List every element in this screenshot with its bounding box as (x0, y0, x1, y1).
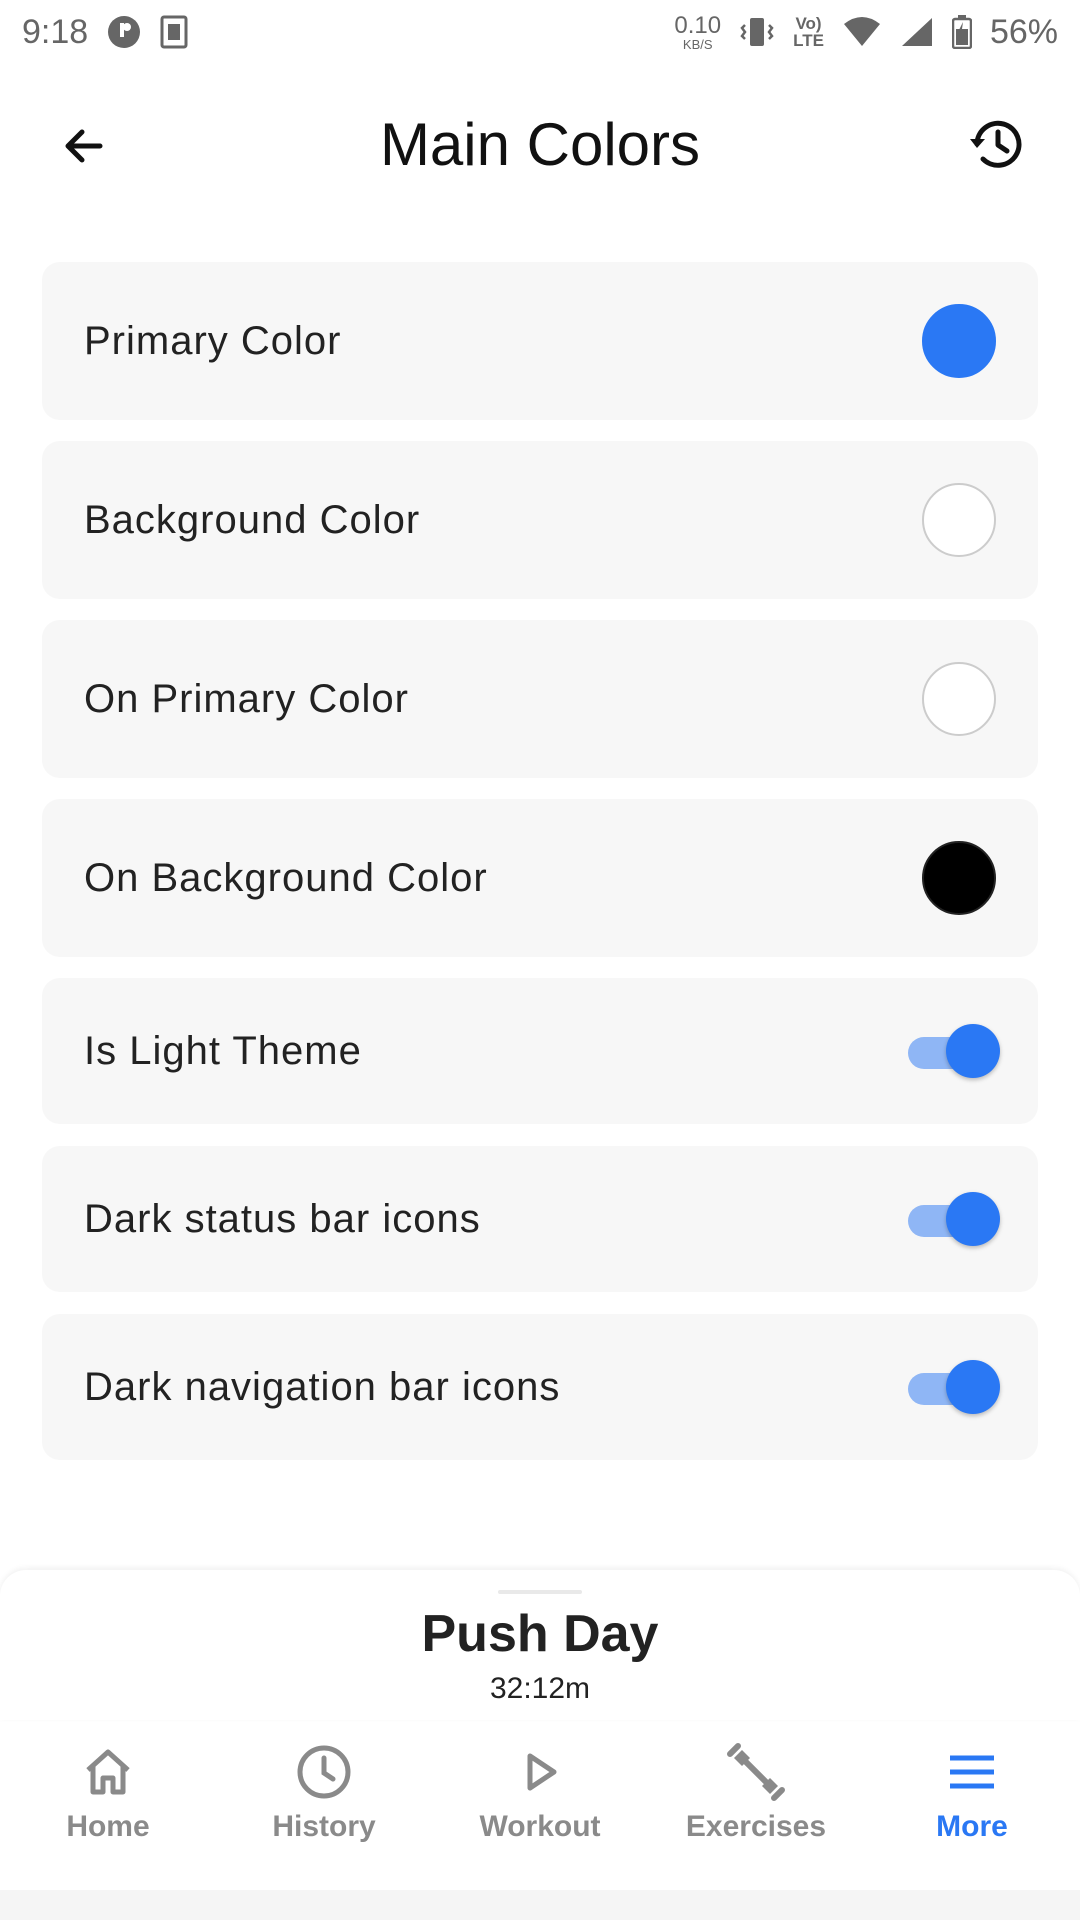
nav-item-history[interactable]: History (216, 1740, 432, 1844)
setting-label: On Background Color (84, 855, 488, 900)
system-nav-area (0, 1890, 1080, 1920)
arrow-left-icon (65, 129, 103, 163)
nav-item-workout[interactable]: Workout (432, 1740, 648, 1844)
color-swatch-primary[interactable] (922, 304, 996, 378)
drag-handle[interactable] (498, 1590, 582, 1594)
bottom-nav: Home History Workout Exercises More (0, 1740, 1080, 1870)
nav-item-more[interactable]: More (864, 1740, 1080, 1844)
light-theme-row[interactable]: Is Light Theme (42, 978, 1038, 1124)
nav-label: Exercises (685, 1810, 827, 1843)
battery-icon (951, 15, 972, 49)
vibrate-icon (739, 15, 775, 49)
clock-icon (292, 1740, 356, 1804)
dumbbell-icon (724, 1740, 788, 1804)
settings-list: Primary Color Background Color On Primar… (42, 262, 1038, 1482)
wifi-icon (842, 16, 882, 48)
app-bar: Main Colors (0, 96, 1080, 192)
dark-navigation-bar-icons-row[interactable]: Dark navigation bar icons (42, 1314, 1038, 1460)
back-button[interactable] (52, 114, 116, 178)
home-icon (76, 1740, 140, 1804)
battery-percent: 56% (989, 12, 1058, 51)
status-time: 9:18 (22, 12, 89, 51)
nav-label: History (272, 1810, 376, 1843)
background-color-row[interactable]: Background Color (42, 441, 1038, 599)
nav-label: Workout (479, 1810, 601, 1843)
color-swatch-background[interactable] (922, 483, 996, 557)
dark-navigation-bar-icons-toggle[interactable] (908, 1360, 1000, 1414)
menu-icon (940, 1740, 1004, 1804)
active-workout-panel[interactable]: Push Day 32:12m (0, 1570, 1080, 1720)
nav-item-home[interactable]: Home (0, 1740, 216, 1844)
on-primary-color-row[interactable]: On Primary Color (42, 620, 1038, 778)
setting-label: On Primary Color (84, 676, 409, 721)
page-title: Main Colors (379, 110, 701, 178)
status-left: 9:18 (22, 13, 188, 52)
play-icon (508, 1740, 572, 1804)
setting-label: Primary Color (84, 318, 342, 363)
net-speed-unit: KB/S (682, 36, 713, 52)
nav-label: More (936, 1810, 1008, 1843)
toggle-thumb (946, 1024, 1000, 1078)
toggle-thumb (946, 1360, 1000, 1414)
setting-label: Background Color (84, 497, 421, 542)
nav-label: Home (66, 1810, 150, 1843)
dark-status-bar-icons-toggle[interactable] (908, 1192, 1000, 1246)
on-background-color-row[interactable]: On Background Color (42, 799, 1038, 957)
light-theme-toggle[interactable] (908, 1024, 1000, 1078)
history-icon (970, 120, 1022, 168)
setting-label: Dark status bar icons (84, 1196, 481, 1241)
volte-indicator: Vo) LTE (793, 15, 824, 49)
setting-label: Is Light Theme (84, 1028, 362, 1073)
setting-label: Dark navigation bar icons (84, 1364, 561, 1409)
workout-timer: 32:12m (489, 1672, 591, 1705)
history-button[interactable] (964, 112, 1028, 176)
signal-icon (900, 16, 934, 48)
app-notification-icon (106, 14, 142, 50)
keyboard-notification-icon (160, 15, 188, 49)
net-speed-value: 0.10 (674, 11, 722, 39)
color-swatch-on-background[interactable] (922, 841, 996, 915)
workout-name: Push Day (421, 1605, 659, 1663)
volte-bottom: LTE (793, 31, 824, 50)
status-right: 0.10 KB/S Vo) LTE 56% (674, 13, 1058, 52)
dark-status-bar-icons-row[interactable]: Dark status bar icons (42, 1146, 1038, 1292)
toggle-thumb (946, 1192, 1000, 1246)
color-swatch-on-primary[interactable] (922, 662, 996, 736)
primary-color-row[interactable]: Primary Color (42, 262, 1038, 420)
net-speed: 0.10 KB/S (674, 11, 722, 52)
nav-item-exercises[interactable]: Exercises (648, 1740, 864, 1844)
status-bar: 9:18 0.10 KB/S Vo) LTE 56% (0, 0, 1080, 64)
